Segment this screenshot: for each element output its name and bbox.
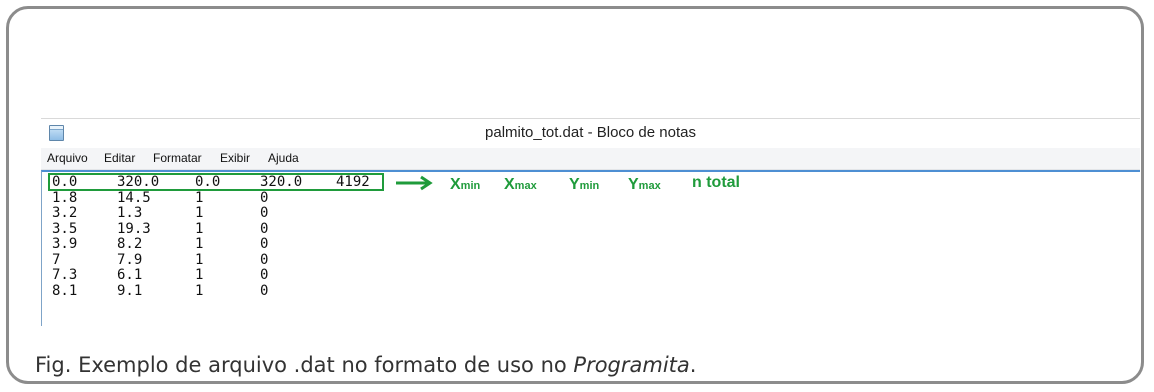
menu-editar[interactable]: Editar [104, 151, 135, 165]
notepad-window: palmito_tot.dat - Bloco de notas Arquivo… [41, 118, 1140, 326]
arrow-right-icon [396, 175, 433, 191]
file-value: 1.3 [117, 205, 143, 221]
window-title: palmito_tot.dat - Bloco de notas [485, 124, 696, 141]
file-value: 1 [195, 267, 204, 283]
file-value: 14.5 [117, 189, 151, 206]
file-line: 3.2 1.3 1 0 [42, 206, 1140, 221]
file-line: 3.5 19.3 1 0 [42, 220, 1140, 237]
file-value: 1 [195, 236, 204, 252]
file-value: 1 [195, 205, 204, 221]
figure-caption: Fig. Exemplo de arquivo .dat no formato … [35, 353, 697, 377]
label-ymax: Ymax [628, 176, 661, 193]
file-value: 8.2 [117, 236, 143, 252]
file-value: 1 [195, 189, 204, 206]
menu-bar: Arquivo Editar Formatar Exibir Ajuda [41, 148, 1140, 170]
file-value: 9.1 [117, 282, 143, 299]
label-ymin: Ymin [569, 176, 600, 193]
text-editor-area[interactable]: 0.0 320.0 0.0 320.0 4192 1.8 14.5 1 0 3.2 1.3 1 0 3.5… [41, 170, 1140, 326]
menu-ajuda[interactable]: Ajuda [268, 151, 299, 165]
header-line-highlight [48, 173, 384, 191]
file-line: 7 7.9 1 0 [42, 251, 1140, 268]
file-value: 0 [260, 189, 269, 206]
figure-frame: palmito_tot.dat - Bloco de notas Arquivo… [6, 6, 1144, 384]
menu-formatar[interactable]: Formatar [153, 151, 202, 165]
file-value: 0 [260, 267, 269, 283]
file-value: 0 [260, 220, 269, 237]
file-value: 3.9 [52, 236, 78, 252]
file-value: 0 [260, 236, 269, 252]
file-value: 1 [195, 220, 204, 237]
label-xmax: Xmax [504, 176, 537, 193]
file-value: 6.1 [117, 267, 143, 283]
file-line: 8.1 9.1 1 0 [42, 282, 1140, 299]
file-value: 1 [195, 251, 204, 268]
menu-arquivo[interactable]: Arquivo [47, 151, 88, 165]
file-value: 1.8 [52, 189, 78, 206]
file-value: 0 [260, 251, 269, 268]
label-n-total: n total [692, 174, 740, 191]
file-value: 0 [260, 205, 269, 221]
file-value: 0 [260, 282, 269, 299]
file-value: 1 [195, 282, 204, 299]
title-bar: palmito_tot.dat - Bloco de notas [41, 119, 1140, 148]
file-value: 7.3 [52, 267, 78, 283]
file-line: 3.9 8.2 1 0 [42, 237, 1140, 252]
file-line: 7.3 6.1 1 0 [42, 268, 1140, 283]
label-xmin: Xmin [450, 176, 481, 193]
menu-exibir[interactable]: Exibir [220, 151, 250, 165]
file-value: 3.2 [52, 205, 78, 221]
file-value: 3.5 [52, 220, 78, 237]
file-value: 19.3 [117, 220, 151, 237]
file-value: 7.9 [117, 251, 143, 268]
file-value: 7 [52, 251, 61, 268]
file-value: 8.1 [52, 282, 78, 299]
